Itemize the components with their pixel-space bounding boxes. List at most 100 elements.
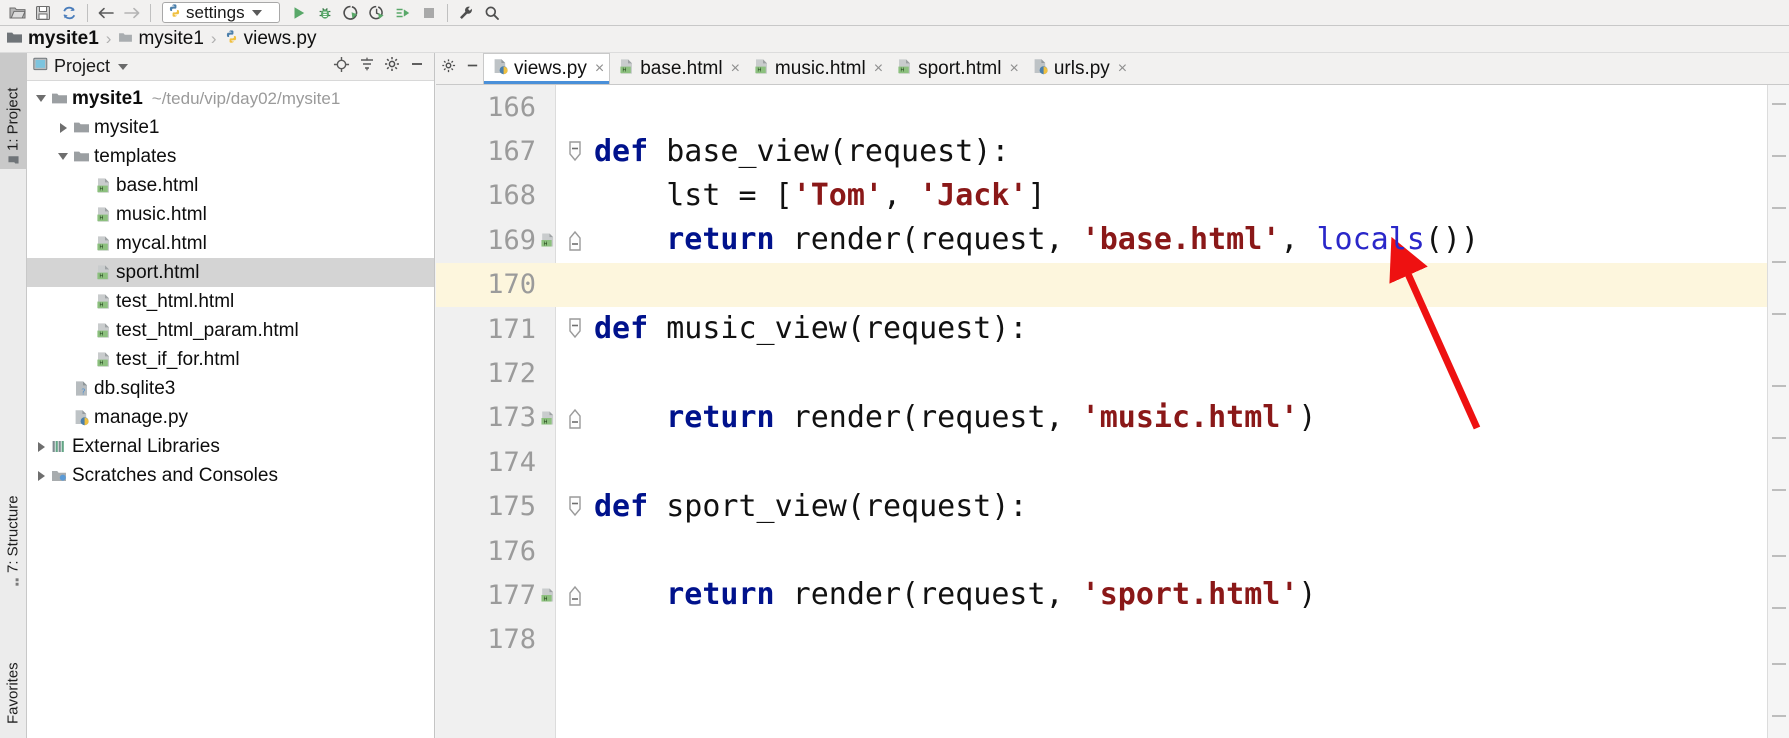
- html-file-icon: H: [93, 264, 113, 281]
- sidebar-item-project[interactable]: 1: Project: [0, 53, 26, 169]
- html-file-icon: H: [753, 58, 770, 80]
- editor-tab-music-html[interactable]: Hmusic.html ×: [745, 53, 888, 84]
- chevron-down-icon[interactable]: [33, 95, 49, 102]
- code-line[interactable]: 173 H return render(request, 'music.html'…: [436, 396, 1789, 440]
- html-endpoint-gutter-icon[interactable]: H: [540, 407, 556, 429]
- code-line[interactable]: 166: [436, 85, 1789, 129]
- structure-icon: [5, 577, 22, 587]
- debug-icon[interactable]: [312, 1, 338, 25]
- svg-text:?: ?: [81, 388, 85, 397]
- collapse-all-icon[interactable]: [359, 56, 375, 77]
- sidebar-item-structure-label: 7: Structure: [4, 495, 22, 573]
- editor-tab-base-html[interactable]: Hbase.html ×: [610, 53, 745, 84]
- fold-region-end-icon[interactable]: [556, 227, 594, 253]
- html-file-icon: H: [93, 322, 113, 339]
- fold-region-start-icon[interactable]: [556, 139, 594, 165]
- chevron-right-icon[interactable]: [55, 122, 71, 133]
- sidebar-item-structure[interactable]: 7: Structure: [0, 453, 26, 591]
- editor-tab-sport-html[interactable]: Hsport.html ×: [888, 53, 1024, 84]
- toolbar-separator-2: [150, 3, 151, 22]
- code-line[interactable]: 170: [436, 262, 1789, 307]
- settings-gear-icon[interactable]: [384, 56, 400, 77]
- close-icon[interactable]: ×: [1009, 60, 1018, 77]
- svg-text:H: H: [99, 303, 103, 309]
- breadcrumb-item-2[interactable]: views.py: [224, 28, 316, 50]
- tree-item-mysite1[interactable]: mysite1: [27, 113, 434, 142]
- project-view-icon: [33, 57, 48, 76]
- html-endpoint-gutter-icon[interactable]: H: [540, 229, 556, 251]
- code-text: return render(request, 'sport.html'): [666, 577, 1317, 613]
- python-file-icon: [71, 409, 91, 426]
- tree-item-base-html[interactable]: Hbase.html: [27, 171, 434, 200]
- sync-refresh-icon[interactable]: [56, 1, 82, 25]
- sidebar-item-favorites[interactable]: Favorites: [0, 608, 26, 728]
- run-configuration-selector[interactable]: settings: [162, 2, 280, 23]
- chevron-right-icon[interactable]: [33, 441, 49, 452]
- tree-item-mycal-html[interactable]: Hmycal.html: [27, 229, 434, 258]
- code-line[interactable]: 167 def base_view(request):: [436, 129, 1789, 173]
- tree-item-test-html-html[interactable]: Htest_html.html: [27, 287, 434, 316]
- fold-region-end-icon[interactable]: [556, 582, 594, 608]
- fold-region-end-icon[interactable]: [556, 405, 594, 431]
- tree-item-db-sqlite3[interactable]: ? db.sqlite3: [27, 374, 434, 403]
- html-file-icon: H: [93, 293, 113, 310]
- locate-target-icon[interactable]: [333, 56, 350, 78]
- open-folder-icon[interactable]: [4, 1, 30, 25]
- close-icon[interactable]: ×: [874, 60, 883, 77]
- code-line[interactable]: 174: [436, 440, 1789, 484]
- code-line[interactable]: 175 def sport_view(request):: [436, 485, 1789, 529]
- breadcrumb-label-1: mysite1: [138, 28, 204, 49]
- save-all-icon[interactable]: [30, 1, 56, 25]
- search-icon[interactable]: [479, 1, 505, 25]
- project-icon: [5, 155, 22, 165]
- tree-item-label: mycal.html: [116, 232, 207, 254]
- hide-panel-icon[interactable]: [409, 56, 425, 77]
- tab-settings-gear-icon[interactable]: [441, 58, 456, 78]
- run-icon[interactable]: [286, 1, 312, 25]
- code-line[interactable]: 176: [436, 529, 1789, 573]
- svg-text:H: H: [544, 419, 548, 425]
- svg-text:H: H: [99, 361, 103, 367]
- tree-item-scratches-and-consoles[interactable]: Scratches and Consoles: [27, 461, 434, 490]
- fold-region-start-icon[interactable]: [556, 316, 594, 342]
- chevron-down-icon[interactable]: [251, 9, 262, 16]
- run-with-coverage-icon[interactable]: [338, 1, 364, 25]
- forward-arrow-icon[interactable]: [119, 1, 145, 25]
- project-view-chevron-down-icon[interactable]: [118, 63, 129, 70]
- profile-icon[interactable]: [364, 1, 390, 25]
- hide-editor-icon[interactable]: [465, 58, 480, 78]
- tree-item-templates[interactable]: templates: [27, 142, 434, 171]
- code-text: def sport_view(request):: [594, 488, 1028, 524]
- code-line[interactable]: 169 H return render(request, 'base.html',…: [436, 218, 1789, 262]
- code-line[interactable]: 172: [436, 351, 1789, 395]
- tree-item-manage-py[interactable]: manage.py: [27, 403, 434, 432]
- settings-wrench-icon[interactable]: [453, 1, 479, 25]
- close-icon[interactable]: ×: [731, 60, 740, 77]
- code-line[interactable]: 168 lst = ['Tom', 'Jack']: [436, 174, 1789, 218]
- chevron-down-icon[interactable]: [55, 153, 71, 160]
- html-endpoint-gutter-icon[interactable]: H: [540, 584, 556, 606]
- code-line[interactable]: 171 def music_view(request):: [436, 307, 1789, 351]
- tree-item-test-html-param-html[interactable]: Htest_html_param.html: [27, 316, 434, 345]
- editor-tab-urls-py[interactable]: urls.py ×: [1024, 53, 1132, 84]
- tree-item-sport-html[interactable]: Hsport.html: [27, 258, 434, 287]
- editor-tab-views-py[interactable]: views.py ×: [483, 53, 611, 84]
- run-to-cursor-icon[interactable]: [390, 1, 416, 25]
- tree-item-music-html[interactable]: Hmusic.html: [27, 200, 434, 229]
- code-line[interactable]: 178: [436, 618, 1789, 662]
- chevron-right-icon[interactable]: [33, 470, 49, 481]
- stop-icon[interactable]: [416, 1, 442, 25]
- close-icon[interactable]: ×: [595, 61, 604, 77]
- tree-item-mysite1[interactable]: mysite1 ~/tedu/vip/day02/mysite1: [27, 84, 434, 113]
- back-arrow-icon[interactable]: [93, 1, 119, 25]
- code-editor[interactable]: 166 167 def base_view(request): 168 lst = […: [436, 85, 1789, 738]
- breadcrumb-item-0[interactable]: mysite1: [6, 28, 99, 50]
- code-line[interactable]: 177 H return render(request, 'sport.html'…: [436, 573, 1789, 617]
- close-icon[interactable]: ×: [1118, 60, 1127, 77]
- main-toolbar: settings: [0, 0, 1789, 26]
- tree-item-test-if-for-html[interactable]: Htest_if_for.html: [27, 345, 434, 374]
- python-file-icon: [224, 29, 239, 49]
- tree-item-external-libraries[interactable]: External Libraries: [27, 432, 434, 461]
- fold-region-start-icon[interactable]: [556, 494, 594, 520]
- breadcrumb-item-1[interactable]: mysite1: [118, 28, 204, 50]
